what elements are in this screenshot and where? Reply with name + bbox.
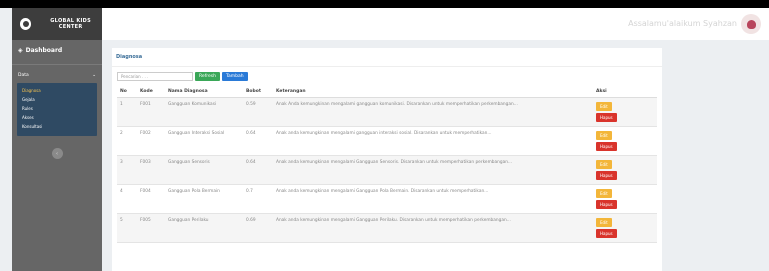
sidebar-item-dashboard[interactable]: ◈ Dashboard [12,40,102,61]
sidebar-item-label: Data [18,73,29,78]
cell-actions: Edit Hapus [593,184,657,214]
sidebar-item-akses[interactable]: Akses [17,113,97,122]
cell-nama: Gangguan Komunikasi [165,97,243,127]
edit-button[interactable]: Edit [596,218,612,227]
delete-button[interactable]: Hapus [596,200,617,209]
sidebar: GLOBAL KIDS CENTER ◈ Dashboard Data ⌄ Di… [12,8,102,271]
column-header: No [117,85,137,98]
column-header: Keterangan [273,85,593,98]
refresh-button[interactable]: Refresh [195,72,220,81]
cell-no: 5 [117,213,137,243]
cell-kode: F004 [137,184,165,214]
cell-bobot: 0.64 [243,155,273,185]
table-row: 4 F004 Gangguan Pola Bermain 0.7 Anak an… [117,184,657,214]
sidebar-item-gejala[interactable]: Gejala [17,95,97,104]
cell-kode: F005 [137,213,165,243]
cell-kode: F003 [137,155,165,185]
chevron-down-icon: ⌄ [92,73,96,78]
logo-icon [20,18,32,30]
column-header: Kode [137,85,165,98]
cell-actions: Edit Hapus [593,155,657,185]
cell-bobot: 0.7 [243,184,273,214]
dashboard-icon: ◈ [18,47,23,54]
table-row: 1 F001 Gangguan Komunikasi 0.59 Anak And… [117,97,657,127]
cell-no: 3 [117,155,137,185]
cell-keterangan: Anak Anda kemungkinan mengalami gangguan… [273,97,593,127]
cell-keterangan: Anak anda kemungkinan mengalami Gangguan… [273,184,593,214]
table-row: 5 F005 Gangguan Perilaku 0.69 Anak anda … [117,213,657,243]
cell-keterangan: Anak anda kemungkinan mengalami Gangguan… [273,155,593,185]
sidebar-item-konsultasi[interactable]: Konsultasi [17,122,97,131]
cell-no: 2 [117,126,137,156]
sidebar-item-rules[interactable]: Rules [17,104,97,113]
edit-button[interactable]: Edit [596,131,612,140]
table-row: 3 F003 Gangguan Sensoris 0.64 Anak anda … [117,155,657,185]
diagnosa-table: No Kode Nama Diagnosa Bobot Keterangan A… [117,85,657,243]
edit-button[interactable]: Edit [596,189,612,198]
cell-actions: Edit Hapus [593,97,657,127]
cell-nama: Gangguan Sensoris [165,155,243,185]
brand-name: GLOBAL KIDS CENTER [50,18,92,30]
column-header: Aksi [593,85,657,98]
add-button[interactable]: Tambah [222,72,248,81]
divider [12,64,102,65]
cell-kode: F001 [137,97,165,127]
chevron-left-icon: ‹ [56,150,58,157]
cell-nama: Gangguan Perilaku [165,213,243,243]
app-window: GLOBAL KIDS CENTER ◈ Dashboard Data ⌄ Di… [0,8,769,271]
cell-actions: Edit Hapus [593,213,657,243]
page-title: Diagnosa [112,48,662,67]
main-card: Diagnosa Pencarian . . . Refresh Tambah … [112,48,662,271]
data-submenu: Diagnosa Gejala Rules Akses Konsultasi [17,83,97,136]
cell-nama: Gangguan Interaksi Sosial [165,126,243,156]
cell-keterangan: Anak anda kemungkinan mengalami Gangguan… [273,213,593,243]
delete-button[interactable]: Hapus [596,113,617,122]
search-input[interactable]: Pencarian . . . [117,72,193,81]
sidebar-item-diagnosa[interactable]: Diagnosa [17,86,97,95]
brand[interactable]: GLOBAL KIDS CENTER [12,8,102,40]
cell-no: 1 [117,97,137,127]
cell-keterangan: Anak anda kemungkinan mengalami gangguan… [273,126,593,156]
cell-actions: Edit Hapus [593,126,657,156]
sidebar-item-label: Dashboard [25,47,63,54]
delete-button[interactable]: Hapus [596,171,617,180]
delete-button[interactable]: Hapus [596,142,617,151]
top-bar: Assalamu'alaikum Syahzan [102,8,769,40]
column-header: Nama Diagnosa [165,85,243,98]
delete-button[interactable]: Hapus [596,229,617,238]
column-header: Bobot [243,85,273,98]
cell-bobot: 0.69 [243,213,273,243]
sidebar-item-data[interactable]: Data ⌄ [12,68,102,83]
avatar[interactable] [741,14,761,34]
sidebar-toggle-button[interactable]: ‹ [51,148,63,159]
cell-kode: F002 [137,126,165,156]
cell-bobot: 0.59 [243,97,273,127]
edit-button[interactable]: Edit [596,160,612,169]
toolbar: Pencarian . . . Refresh Tambah [117,72,248,81]
cell-nama: Gangguan Pola Bermain [165,184,243,214]
edit-button[interactable]: Edit [596,102,612,111]
cell-no: 4 [117,184,137,214]
table-row: 2 F002 Gangguan Interaksi Sosial 0.64 An… [117,126,657,156]
cell-bobot: 0.64 [243,126,273,156]
user-icon [746,19,756,29]
greeting: Assalamu'alaikum Syahzan [628,19,737,28]
